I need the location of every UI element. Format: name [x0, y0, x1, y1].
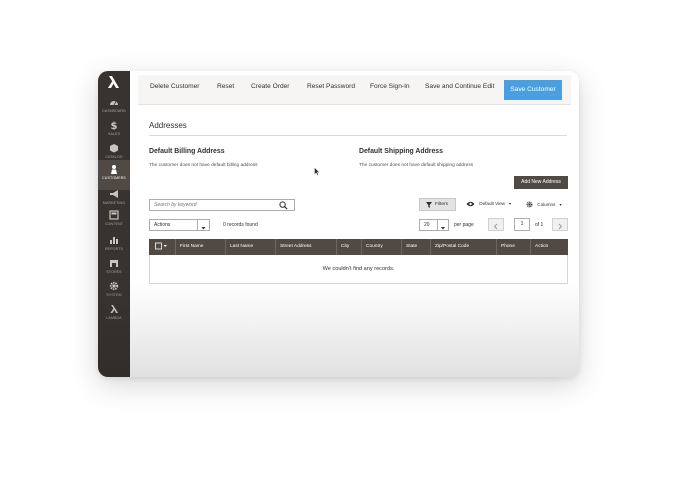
per-page-value: 20 — [424, 222, 430, 228]
default-view-dropdown[interactable]: Default View ▼ — [466, 201, 512, 207]
section-divider — [149, 135, 567, 136]
addresses-title: Addresses — [149, 121, 187, 130]
checkbox-dropdown-icon — [155, 242, 167, 250]
reset-password-button[interactable]: Reset Password — [307, 83, 355, 90]
column-header[interactable]: State — [402, 239, 431, 255]
per-page-select[interactable]: 20 — [419, 219, 449, 231]
column-header[interactable]: Last Name — [226, 239, 276, 255]
next-page-button[interactable] — [552, 218, 568, 231]
search-box — [149, 199, 295, 211]
column-header[interactable]: Phone — [497, 239, 531, 255]
records-count: 0 records found — [223, 222, 258, 228]
admin-sidebar: Dashboard $ Sales Catalog Customers Mark… — [98, 71, 130, 377]
select-all-column[interactable] — [149, 239, 176, 255]
chevron-down-icon — [197, 220, 209, 230]
page-total: of 1 — [535, 222, 544, 228]
column-header[interactable]: City — [337, 239, 362, 255]
layout-icon — [109, 210, 119, 220]
person-icon — [111, 165, 117, 174]
sidebar-item-label: Content — [104, 222, 124, 226]
force-sign-in-button[interactable]: Force Sign-In — [370, 83, 410, 90]
default-shipping-text: The customer does not have default shipp… — [359, 163, 474, 168]
sidebar-item-lambda[interactable]: Lambda — [98, 300, 130, 330]
default-view-label: Default View — [479, 201, 505, 207]
gear-icon — [526, 201, 533, 208]
chevron-down-icon: ▼ — [508, 202, 512, 207]
sidebar-item-label: Lambda — [106, 316, 122, 320]
delete-customer-button[interactable]: Delete Customer — [150, 83, 199, 90]
chevron-left-icon — [493, 223, 498, 230]
page-actions-toolbar: Delete Customer Reset Create Order Reset… — [138, 75, 571, 105]
chevron-right-icon — [558, 223, 563, 230]
store-icon — [110, 260, 118, 267]
dashboard-icon — [110, 101, 118, 106]
column-header: Action — [535, 244, 549, 249]
reset-button[interactable]: Reset — [217, 83, 234, 90]
svg-text:$: $ — [111, 121, 118, 130]
filters-button[interactable]: Filters — [419, 198, 456, 211]
grid-body: We couldn't find any records. — [149, 255, 568, 284]
lambda-icon — [110, 305, 118, 313]
empty-records-message: We couldn't find any records. — [322, 266, 395, 272]
default-shipping-title: Default Shipping Address — [359, 148, 443, 155]
column-header[interactable]: Zip/Postal Code — [431, 239, 497, 255]
chevron-down-icon: ▼ — [558, 202, 563, 207]
previous-page-button[interactable] — [488, 218, 504, 231]
page-number-input[interactable]: 1 — [514, 218, 530, 231]
mass-actions-select[interactable]: Actions — [149, 219, 210, 231]
gear-icon — [109, 281, 119, 291]
filters-label: Filters — [435, 202, 449, 207]
eye-icon — [466, 201, 475, 207]
save-continue-edit-button[interactable]: Save and Continue Edit — [425, 83, 494, 90]
per-page-label: per page — [454, 222, 474, 228]
search-input[interactable] — [150, 200, 282, 210]
column-header[interactable]: Country — [362, 239, 402, 255]
sidebar-item-label: Stores — [106, 270, 122, 274]
default-billing-text: The customer does not have default billi… — [149, 163, 258, 168]
sidebar-item-label: System — [106, 293, 122, 297]
megaphone-icon — [110, 190, 118, 198]
grid-header: First Name Last Name Street Address City… — [149, 239, 568, 255]
default-billing-title: Default Billing Address — [149, 148, 225, 155]
sidebar-item-label: Sales — [107, 132, 121, 136]
sidebar-item-label: Dashboard — [102, 109, 126, 113]
chevron-down-icon — [437, 220, 448, 230]
add-new-address-button[interactable]: Add New Address — [514, 176, 568, 189]
save-customer-button[interactable]: Save Customer — [504, 80, 562, 100]
column-header[interactable]: First Name — [176, 239, 226, 255]
admin-window: Dashboard $ Sales Catalog Customers Mark… — [98, 71, 579, 377]
search-icon[interactable] — [279, 201, 288, 210]
actions-label: Actions — [154, 222, 171, 228]
filter-icon — [426, 202, 432, 208]
dollar-icon: $ — [111, 121, 118, 130]
bottom-shadow-overlay — [98, 282, 579, 377]
create-order-button[interactable]: Create Order — [251, 83, 289, 90]
mouse-cursor-icon — [314, 167, 320, 176]
column-header[interactable]: Street Address — [276, 239, 337, 255]
sidebar-item-label: Customers — [102, 176, 126, 180]
sidebar-item-label: Reports — [104, 247, 123, 251]
bar-chart-icon — [110, 237, 118, 244]
box-icon — [110, 144, 118, 153]
columns-label: Columns — [537, 201, 556, 207]
lambda-logo-icon[interactable] — [106, 74, 122, 90]
columns-dropdown[interactable]: Columns ▼ — [526, 201, 562, 208]
